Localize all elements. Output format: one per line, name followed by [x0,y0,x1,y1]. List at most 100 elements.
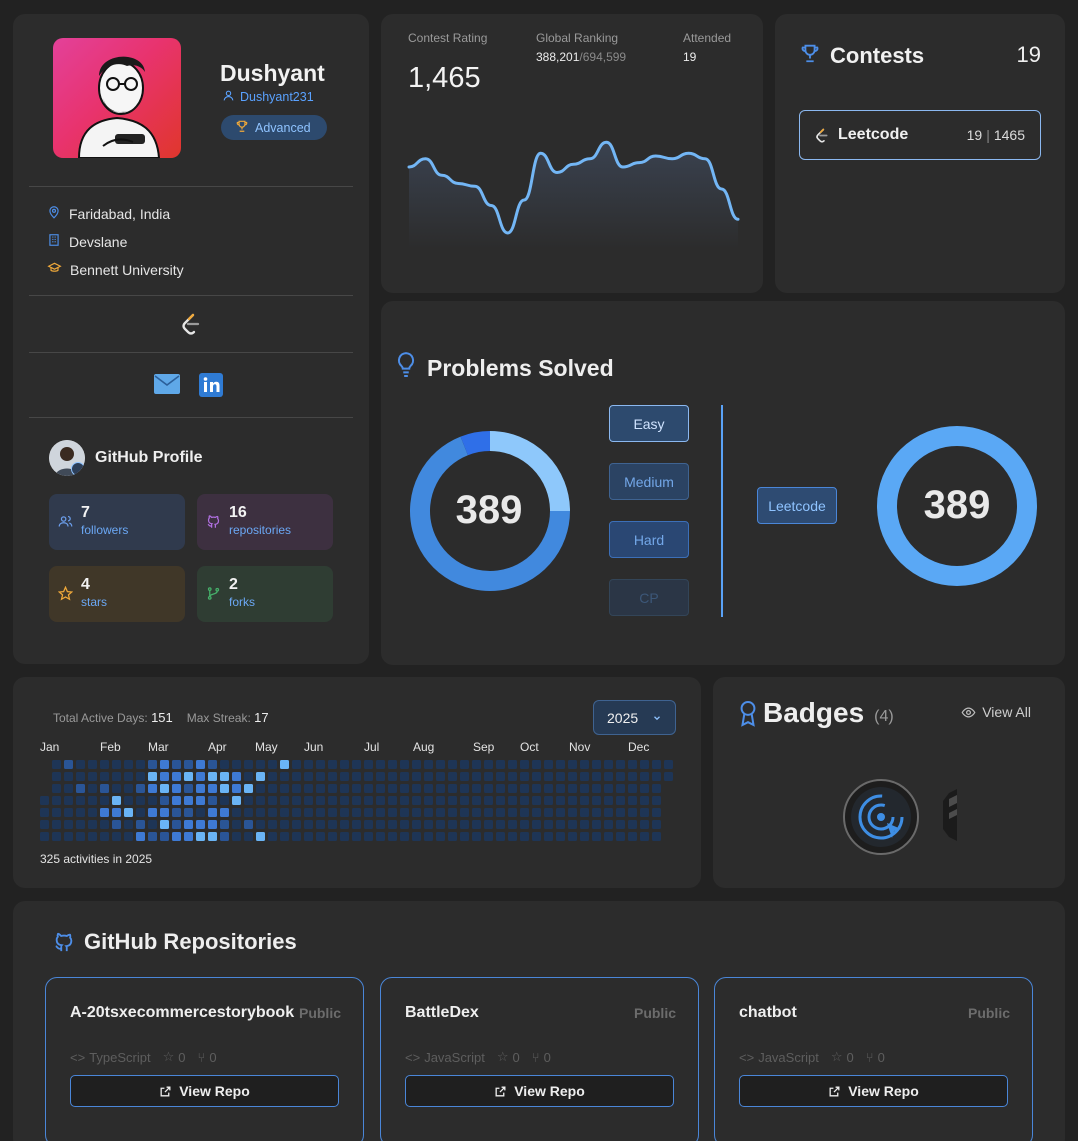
repo-name[interactable]: BattleDex [405,1004,479,1022]
activity-day-cell[interactable] [112,760,121,769]
activity-day-cell[interactable] [640,772,649,781]
activity-day-cell[interactable] [388,784,397,793]
activity-day-cell[interactable] [592,784,601,793]
activity-day-cell[interactable] [376,772,385,781]
stat-repositories[interactable]: 16 repositories [197,494,333,550]
activity-day-cell[interactable] [88,820,97,829]
activity-day-cell[interactable] [220,784,229,793]
activity-day-cell[interactable] [508,832,517,841]
activity-day-cell[interactable] [556,772,565,781]
activity-day-cell[interactable] [532,772,541,781]
activity-day-cell[interactable] [604,832,613,841]
activity-day-cell[interactable] [100,808,109,817]
activity-day-cell[interactable] [244,796,253,805]
activity-day-cell[interactable] [268,796,277,805]
activity-day-cell[interactable] [220,796,229,805]
activity-day-cell[interactable] [640,760,649,769]
activity-day-cell[interactable] [424,784,433,793]
stat-followers[interactable]: 7 followers [49,494,185,550]
activity-day-cell[interactable] [76,820,85,829]
activity-day-cell[interactable] [496,760,505,769]
activity-day-cell[interactable] [544,820,553,829]
activity-day-cell[interactable] [508,808,517,817]
leetcode-logo-icon[interactable] [179,312,203,341]
repo-name[interactable]: chatbot [739,1004,797,1022]
activity-day-cell[interactable] [400,832,409,841]
activity-day-cell[interactable] [520,772,529,781]
activity-day-cell[interactable] [340,796,349,805]
activity-day-cell[interactable] [160,832,169,841]
activity-day-cell[interactable] [148,820,157,829]
activity-day-cell[interactable] [64,772,73,781]
activity-day-cell[interactable] [232,784,241,793]
activity-day-cell[interactable] [592,772,601,781]
activity-day-cell[interactable] [196,760,205,769]
profile-username[interactable]: Dushyant231 [222,89,314,105]
donut-segment-hard[interactable] [460,431,491,456]
activity-day-cell[interactable] [220,808,229,817]
activity-day-cell[interactable] [640,832,649,841]
activity-day-cell[interactable] [244,784,253,793]
activity-day-cell[interactable] [568,796,577,805]
activity-day-cell[interactable] [376,760,385,769]
badge-item[interactable] [943,787,957,848]
activity-day-cell[interactable] [160,760,169,769]
activity-day-cell[interactable] [544,760,553,769]
activity-day-cell[interactable] [40,832,49,841]
activity-day-cell[interactable] [448,808,457,817]
activity-day-cell[interactable] [280,820,289,829]
activity-day-cell[interactable] [652,808,661,817]
activity-day-cell[interactable] [64,760,73,769]
activity-day-cell[interactable] [268,784,277,793]
activity-day-cell[interactable] [568,784,577,793]
activity-day-cell[interactable] [40,796,49,805]
activity-day-cell[interactable] [184,808,193,817]
activity-day-cell[interactable] [256,808,265,817]
activity-day-cell[interactable] [376,796,385,805]
activity-day-cell[interactable] [316,808,325,817]
activity-day-cell[interactable] [436,796,445,805]
activity-day-cell[interactable] [664,760,673,769]
activity-day-cell[interactable] [100,832,109,841]
activity-day-cell[interactable] [532,820,541,829]
activity-day-cell[interactable] [472,808,481,817]
activity-day-cell[interactable] [556,784,565,793]
activity-day-cell[interactable] [652,772,661,781]
activity-day-cell[interactable] [460,808,469,817]
mail-icon[interactable] [154,374,180,399]
activity-day-cell[interactable] [424,820,433,829]
activity-day-cell[interactable] [40,820,49,829]
activity-day-cell[interactable] [376,784,385,793]
filter-cp[interactable]: CP [609,579,689,616]
activity-day-cell[interactable] [292,772,301,781]
activity-day-cell[interactable] [460,760,469,769]
activity-day-cell[interactable] [448,784,457,793]
activity-day-cell[interactable] [580,796,589,805]
activity-day-cell[interactable] [244,820,253,829]
activity-day-cell[interactable] [436,820,445,829]
activity-day-cell[interactable] [280,772,289,781]
repo-card[interactable]: A-20tsxecommercestorybook Public <> TypeS… [45,977,364,1141]
activity-day-cell[interactable] [520,808,529,817]
activity-day-cell[interactable] [100,784,109,793]
activity-day-cell[interactable] [532,796,541,805]
activity-day-cell[interactable] [604,796,613,805]
activity-day-cell[interactable] [604,760,613,769]
activity-day-cell[interactable] [640,820,649,829]
activity-day-cell[interactable] [424,760,433,769]
activity-day-cell[interactable] [268,772,277,781]
activity-day-cell[interactable] [544,772,553,781]
activity-day-cell[interactable] [76,832,85,841]
activity-day-cell[interactable] [184,760,193,769]
activity-day-cell[interactable] [364,784,373,793]
activity-day-cell[interactable] [628,796,637,805]
activity-day-cell[interactable] [580,760,589,769]
activity-day-cell[interactable] [208,784,217,793]
activity-day-cell[interactable] [208,820,217,829]
activity-day-cell[interactable] [472,772,481,781]
activity-day-cell[interactable] [352,784,361,793]
repo-card[interactable]: chatbot Public <> JavaScript ☆ 0 ⑂ 0 View R… [714,977,1033,1141]
activity-day-cell[interactable] [52,796,61,805]
activity-day-cell[interactable] [244,772,253,781]
activity-day-cell[interactable] [328,760,337,769]
